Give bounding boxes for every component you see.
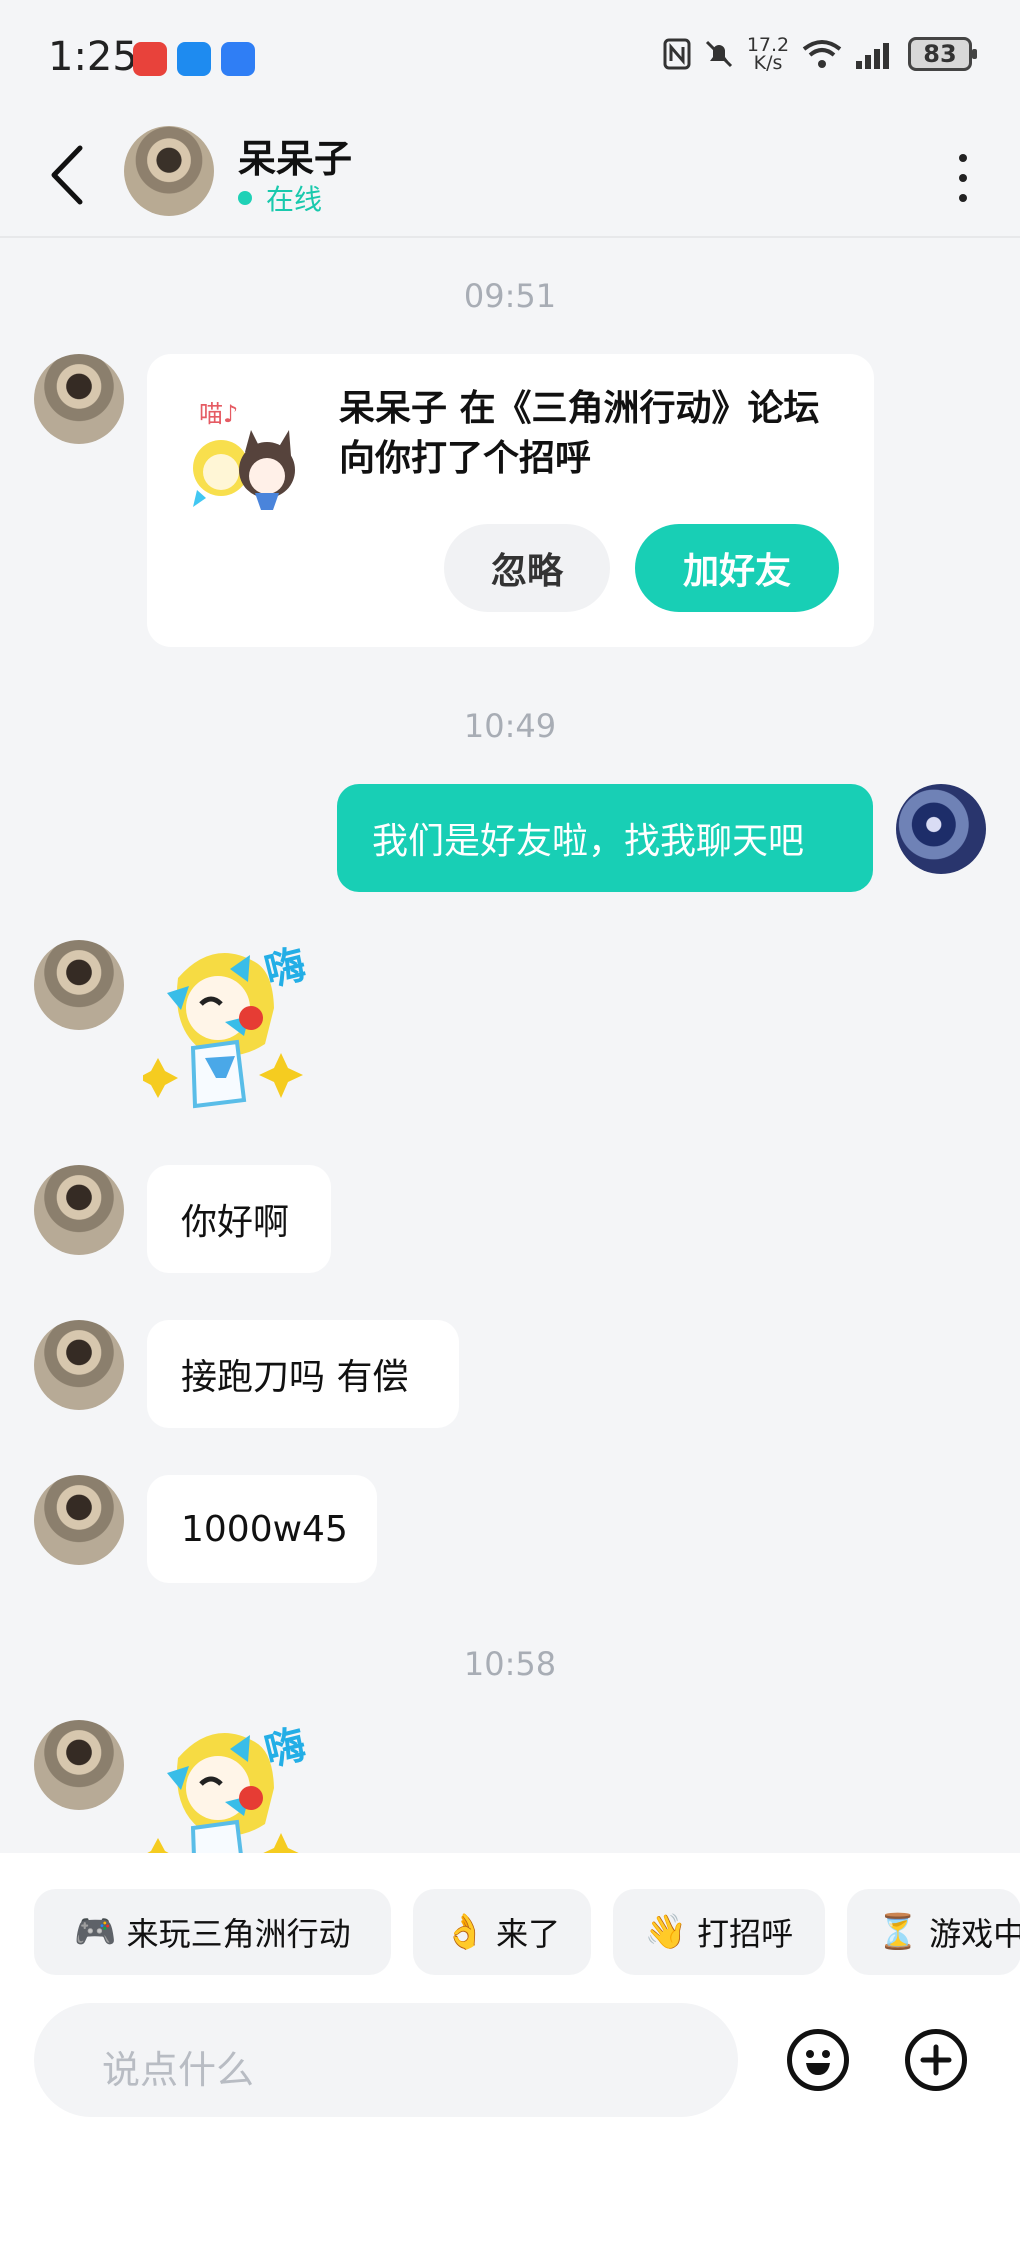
cloud-icon — [221, 42, 255, 76]
hourglass-icon: ⏳ — [876, 1912, 920, 1952]
quick-reply-label: 来玩三角洲行动 — [126, 1915, 351, 1953]
message-input-placeholder: 说点什么 — [102, 2048, 255, 2092]
chat-screen: 1:25 17.2 K/s 83 呆呆子 在线 09:51 喵♪ 呆呆子 在《三… — [0, 0, 1020, 2250]
chat-header: 呆呆子 在线 — [0, 118, 1020, 238]
quick-reply-in-game[interactable]: ⏳ 游戏中 — [847, 1889, 1020, 1975]
plus-icon — [920, 2044, 952, 2076]
signal-icon — [856, 43, 889, 69]
quick-reply-play-game[interactable]: 🎮 来玩三角洲行动 — [34, 1889, 391, 1975]
more-icon — [959, 154, 967, 162]
timestamp: 09:51 — [463, 277, 557, 315]
back-icon — [51, 145, 83, 205]
anime-sticker: 嗨 — [147, 1721, 310, 1853]
bottom-panel: 🎮 来玩三角洲行动 👌 来了 👋 打招呼 ⏳ 游戏中 说点什么 — [0, 1853, 1020, 2250]
quick-reply-greet[interactable]: 👋 打招呼 — [613, 1889, 825, 1975]
store-icon — [133, 42, 167, 76]
quick-reply-coming[interactable]: 👌 来了 — [413, 1889, 591, 1975]
status-bar: 1:25 17.2 K/s 83 — [0, 0, 1020, 118]
greeting-sticker: 喵♪ — [193, 400, 295, 510]
anime-sticker: 嗨 — [138, 941, 310, 1109]
back-button[interactable] — [42, 140, 102, 210]
online-dot-icon — [238, 191, 252, 205]
nfc-icon — [663, 38, 691, 70]
greeting-text: 呆呆子 在《三角洲行动》论坛向你打了个招呼 — [339, 388, 820, 479]
mute-icon — [705, 40, 733, 68]
game-controller-icon: 🎮 — [74, 1912, 117, 1952]
system-status-icons: 17.2 K/s 83 — [662, 34, 977, 74]
add-friend-button[interactable]: 加好友 — [635, 524, 839, 612]
svg-text:喵♪: 喵♪ — [199, 400, 238, 428]
quick-reply-label: 来了 — [496, 1915, 561, 1953]
emoji-button[interactable] — [787, 2029, 849, 2091]
sticker-message[interactable]: 嗨 — [143, 1718, 323, 1853]
wifi-icon — [802, 40, 842, 68]
sender-avatar[interactable] — [34, 1475, 124, 1565]
sender-avatar[interactable] — [34, 1165, 124, 1255]
online-status: 在线 — [238, 178, 322, 218]
emoji-icon — [806, 2050, 830, 2075]
status-time: 1:25 — [48, 34, 138, 80]
sender-avatar[interactable] — [34, 354, 124, 444]
battery-indicator: 83 — [908, 37, 977, 71]
wave-icon: 👋 — [644, 1912, 688, 1952]
plus-button[interactable] — [905, 2029, 967, 2091]
timestamp: 10:49 — [463, 707, 557, 745]
network-speed: 17.2 K/s — [746, 34, 790, 74]
online-status-text: 在线 — [266, 183, 323, 216]
quick-reply-label: 游戏中 — [929, 1915, 1020, 1953]
message-input[interactable]: 说点什么 — [34, 2003, 738, 2117]
sender-avatar[interactable] — [34, 940, 124, 1030]
received-message-bubble[interactable]: 你好啊 — [147, 1165, 331, 1273]
message-icon — [177, 42, 211, 76]
ignore-button[interactable]: 忽略 — [444, 524, 610, 612]
received-message-bubble[interactable]: 1000w45 — [147, 1475, 377, 1583]
quick-reply-row: 🎮 来玩三角洲行动 👌 来了 👋 打招呼 ⏳ 游戏中 — [34, 1889, 1020, 1975]
timestamp: 10:58 — [463, 1645, 557, 1683]
my-avatar[interactable] — [896, 784, 986, 874]
contact-name: 呆呆子 — [238, 137, 353, 181]
notification-icons — [133, 42, 255, 76]
contact-avatar[interactable] — [124, 126, 214, 216]
greeting-card: 喵♪ 呆呆子 在《三角洲行动》论坛向你打了个招呼 忽略 加好友 — [147, 354, 874, 647]
sent-message-bubble[interactable]: 我们是好友啦，找我聊天吧 — [337, 784, 873, 892]
sender-avatar[interactable] — [34, 1320, 124, 1410]
received-message-bubble[interactable]: 接跑刀吗 有偿 — [147, 1320, 459, 1428]
more-button[interactable] — [948, 146, 978, 210]
ok-hand-icon: 👌 — [443, 1912, 487, 1952]
sender-avatar[interactable] — [34, 1720, 124, 1810]
sticker-message[interactable]: 嗨 — [138, 938, 323, 1128]
quick-reply-label: 打招呼 — [697, 1915, 794, 1953]
